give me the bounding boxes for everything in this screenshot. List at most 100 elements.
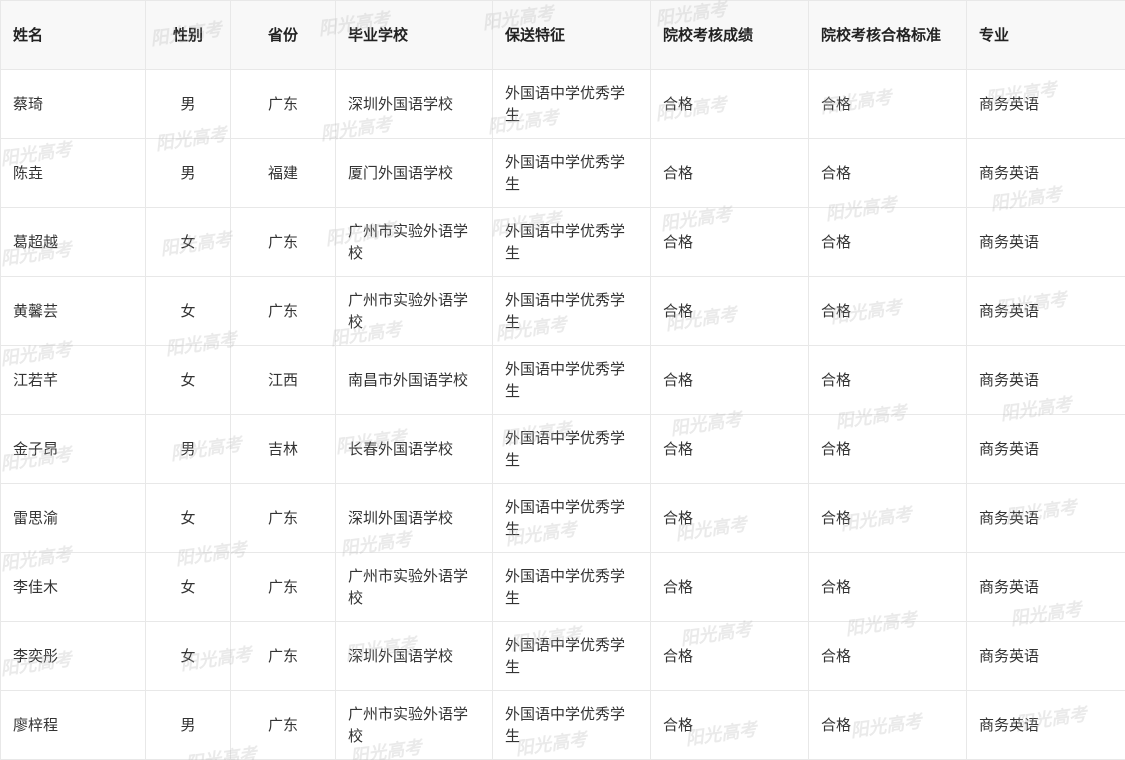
cell-school: 厦门外国语学校 bbox=[335, 138, 493, 208]
cell-major: 商务英语 bbox=[966, 414, 1125, 484]
cell-standard: 合格 bbox=[808, 483, 967, 553]
cell-standard: 合格 bbox=[808, 207, 967, 277]
cell-province: 江西 bbox=[230, 345, 336, 415]
cell-school: 广州市实验外语学校 bbox=[335, 207, 493, 277]
cell-gender: 男 bbox=[145, 414, 231, 484]
header-gender: 性别 bbox=[145, 0, 231, 70]
cell-name: 陈垚 bbox=[0, 138, 146, 208]
cell-name: 江若芊 bbox=[0, 345, 146, 415]
cell-score: 合格 bbox=[650, 621, 809, 691]
header-school: 毕业学校 bbox=[335, 0, 493, 70]
cell-province: 吉林 bbox=[230, 414, 336, 484]
cell-score: 合格 bbox=[650, 345, 809, 415]
cell-gender: 男 bbox=[145, 69, 231, 139]
cell-school: 广州市实验外语学校 bbox=[335, 552, 493, 622]
table-row: 李奕彤女广东 深圳外国语学校 外国语中学优秀学生 合格 合格 商务英语 bbox=[0, 621, 1125, 691]
cell-standard: 合格 bbox=[808, 621, 967, 691]
cell-feature: 外国语中学优秀学生 bbox=[492, 690, 651, 760]
cell-name: 李奕彤 bbox=[0, 621, 146, 691]
cell-major: 商务英语 bbox=[966, 345, 1125, 415]
header-score: 院校考核成绩 bbox=[650, 0, 809, 70]
header-name: 姓名 bbox=[0, 0, 146, 70]
cell-gender: 男 bbox=[145, 690, 231, 760]
cell-score: 合格 bbox=[650, 552, 809, 622]
cell-school: 深圳外国语学校 bbox=[335, 483, 493, 553]
cell-province: 广东 bbox=[230, 483, 336, 553]
cell-gender: 女 bbox=[145, 552, 231, 622]
cell-school: 广州市实验外语学校 bbox=[335, 690, 493, 760]
cell-standard: 合格 bbox=[808, 552, 967, 622]
cell-major: 商务英语 bbox=[966, 621, 1125, 691]
cell-name: 金子昂 bbox=[0, 414, 146, 484]
cell-feature: 外国语中学优秀学生 bbox=[492, 69, 651, 139]
cell-name: 李佳木 bbox=[0, 552, 146, 622]
table-row: 廖梓程男广东 广州市实验外语学校 外国语中学优秀学生 合格 合格 商务英语 bbox=[0, 690, 1125, 760]
cell-feature: 外国语中学优秀学生 bbox=[492, 414, 651, 484]
admission-table: 姓名 性别 省份 毕业学校 保送特征 院校考核成绩 院校考核合格标准 专业 蔡琦… bbox=[0, 0, 1125, 760]
cell-feature: 外国语中学优秀学生 bbox=[492, 552, 651, 622]
cell-feature: 外国语中学优秀学生 bbox=[492, 276, 651, 346]
cell-gender: 女 bbox=[145, 621, 231, 691]
cell-name: 蔡琦 bbox=[0, 69, 146, 139]
cell-score: 合格 bbox=[650, 690, 809, 760]
table-row: 雷思渝女广东 深圳外国语学校 外国语中学优秀学生 合格 合格 商务英语 bbox=[0, 483, 1125, 553]
cell-score: 合格 bbox=[650, 138, 809, 208]
cell-gender: 女 bbox=[145, 207, 231, 277]
header-major: 专业 bbox=[966, 0, 1125, 70]
table-row: 李佳木女广东 广州市实验外语学校 外国语中学优秀学生 合格 合格 商务英语 bbox=[0, 552, 1125, 622]
cell-school: 南昌市外国语学校 bbox=[335, 345, 493, 415]
cell-standard: 合格 bbox=[808, 414, 967, 484]
cell-province: 广东 bbox=[230, 552, 336, 622]
cell-school: 长春外国语学校 bbox=[335, 414, 493, 484]
cell-gender: 女 bbox=[145, 345, 231, 415]
cell-name: 雷思渝 bbox=[0, 483, 146, 553]
cell-standard: 合格 bbox=[808, 690, 967, 760]
cell-province: 广东 bbox=[230, 690, 336, 760]
cell-major: 商务英语 bbox=[966, 276, 1125, 346]
cell-major: 商务英语 bbox=[966, 207, 1125, 277]
cell-standard: 合格 bbox=[808, 345, 967, 415]
cell-province: 广东 bbox=[230, 69, 336, 139]
cell-score: 合格 bbox=[650, 483, 809, 553]
cell-score: 合格 bbox=[650, 207, 809, 277]
cell-province: 福建 bbox=[230, 138, 336, 208]
cell-standard: 合格 bbox=[808, 138, 967, 208]
cell-feature: 外国语中学优秀学生 bbox=[492, 621, 651, 691]
cell-feature: 外国语中学优秀学生 bbox=[492, 483, 651, 553]
cell-province: 广东 bbox=[230, 276, 336, 346]
table-row: 江若芊女江西 南昌市外国语学校 外国语中学优秀学生 合格 合格 商务英语 bbox=[0, 345, 1125, 415]
cell-major: 商务英语 bbox=[966, 552, 1125, 622]
cell-score: 合格 bbox=[650, 69, 809, 139]
table-row: 陈垚男福建 厦门外国语学校 外国语中学优秀学生 合格 合格 商务英语 bbox=[0, 138, 1125, 208]
cell-name: 廖梓程 bbox=[0, 690, 146, 760]
cell-name: 黄馨芸 bbox=[0, 276, 146, 346]
cell-feature: 外国语中学优秀学生 bbox=[492, 207, 651, 277]
cell-major: 商务英语 bbox=[966, 483, 1125, 553]
cell-school: 深圳外国语学校 bbox=[335, 69, 493, 139]
table-row: 葛超越女广东 广州市实验外语学校 外国语中学优秀学生 合格 合格 商务英语 bbox=[0, 207, 1125, 277]
cell-province: 广东 bbox=[230, 207, 336, 277]
cell-score: 合格 bbox=[650, 276, 809, 346]
header-feature: 保送特征 bbox=[492, 0, 651, 70]
cell-major: 商务英语 bbox=[966, 690, 1125, 760]
cell-standard: 合格 bbox=[808, 276, 967, 346]
cell-school: 广州市实验外语学校 bbox=[335, 276, 493, 346]
cell-gender: 男 bbox=[145, 138, 231, 208]
cell-gender: 女 bbox=[145, 483, 231, 553]
table-row: 黄馨芸女广东 广州市实验外语学校 外国语中学优秀学生 合格 合格 商务英语 bbox=[0, 276, 1125, 346]
cell-major: 商务英语 bbox=[966, 69, 1125, 139]
cell-province: 广东 bbox=[230, 621, 336, 691]
cell-score: 合格 bbox=[650, 414, 809, 484]
cell-feature: 外国语中学优秀学生 bbox=[492, 138, 651, 208]
cell-major: 商务英语 bbox=[966, 138, 1125, 208]
header-province: 省份 bbox=[230, 0, 336, 70]
cell-gender: 女 bbox=[145, 276, 231, 346]
header-standard: 院校考核合格标准 bbox=[808, 0, 967, 70]
table-row: 蔡琦男广东 深圳外国语学校 外国语中学优秀学生 合格 合格 商务英语 bbox=[0, 69, 1125, 139]
cell-school: 深圳外国语学校 bbox=[335, 621, 493, 691]
cell-standard: 合格 bbox=[808, 69, 967, 139]
cell-name: 葛超越 bbox=[0, 207, 146, 277]
table-header-row: 姓名 性别 省份 毕业学校 保送特征 院校考核成绩 院校考核合格标准 专业 bbox=[0, 0, 1125, 70]
table-row: 金子昂男吉林 长春外国语学校 外国语中学优秀学生 合格 合格 商务英语 bbox=[0, 414, 1125, 484]
cell-feature: 外国语中学优秀学生 bbox=[492, 345, 651, 415]
